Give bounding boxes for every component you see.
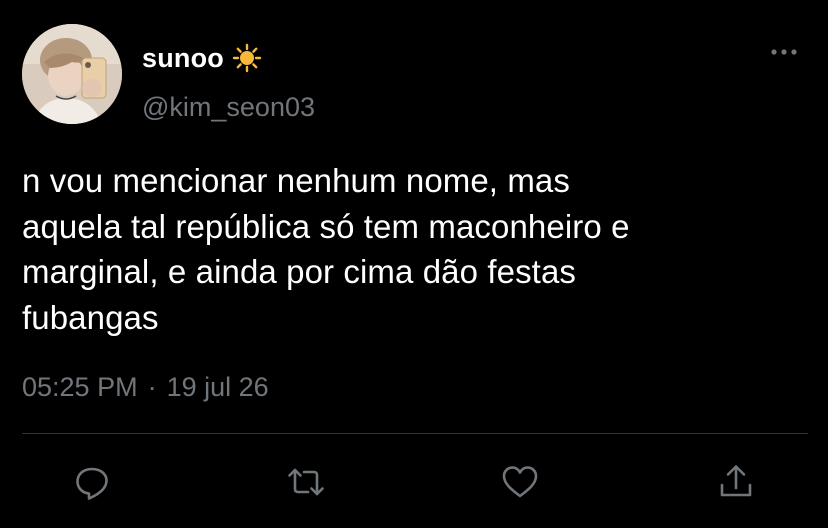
tweet-date[interactable]: 19 jul 26 <box>167 372 269 403</box>
share-button[interactable] <box>716 462 756 502</box>
reply-icon <box>76 467 108 500</box>
tweet-time[interactable]: 05:25 PM <box>22 372 138 403</box>
author-handle[interactable]: @kim_seon03 <box>142 92 315 123</box>
share-icon <box>720 465 752 497</box>
tweet-text: n vou mencionar nenhum nome, mas aquela … <box>22 162 630 336</box>
tweet-card: sunoo @kim_seon03 n vou mencionar nenhum… <box>0 0 828 528</box>
tweet-meta: 05:25 PM · 19 jul 26 <box>22 372 269 403</box>
reply-button[interactable] <box>72 462 112 502</box>
sun-emoji-icon <box>232 43 262 73</box>
avatar-photo <box>22 24 122 124</box>
retweet-button[interactable] <box>286 462 326 502</box>
display-name[interactable]: sunoo <box>142 43 224 74</box>
like-icon <box>502 466 538 498</box>
more-options-icon[interactable] <box>766 42 802 62</box>
meta-separator: · <box>147 372 157 402</box>
retweet-icon <box>288 468 324 496</box>
divider <box>22 433 808 434</box>
like-button[interactable] <box>500 462 540 502</box>
avatar[interactable] <box>22 24 122 124</box>
author-name-row: sunoo <box>142 40 262 76</box>
